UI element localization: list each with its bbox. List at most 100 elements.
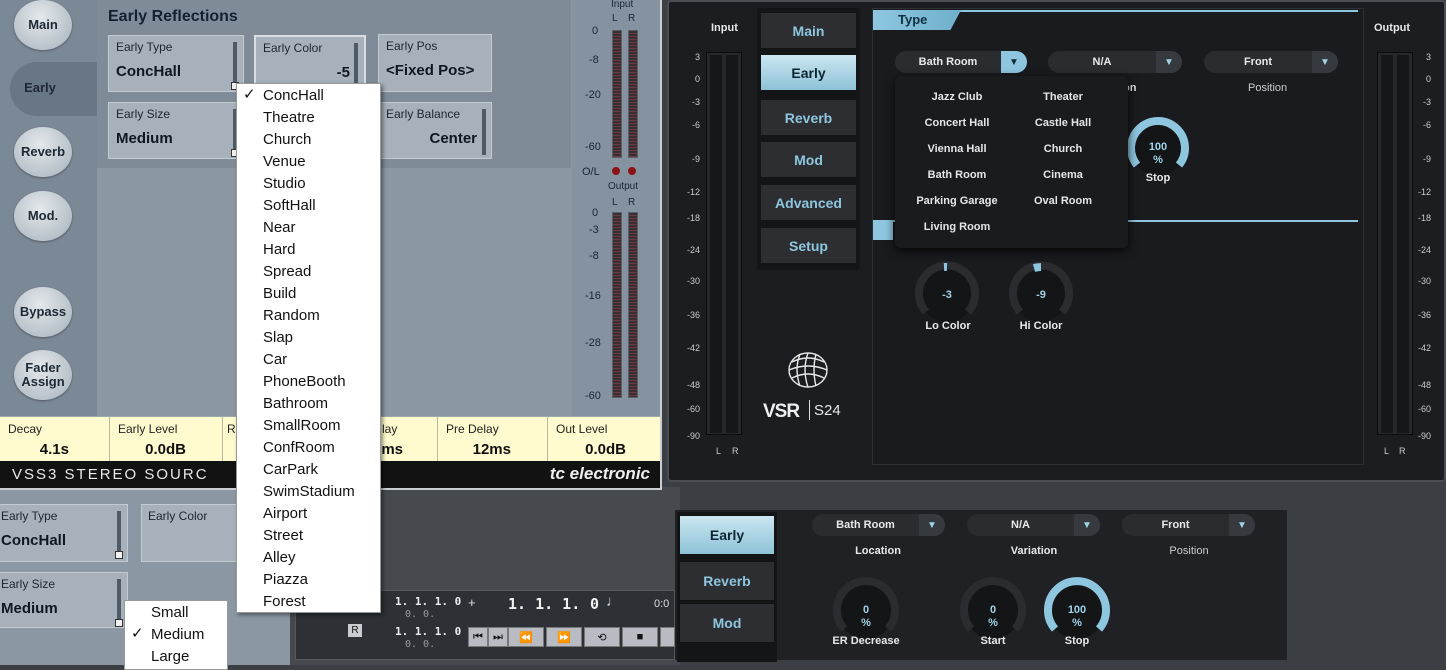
chevron-down-icon[interactable]: ▼: [1229, 514, 1255, 536]
early-type-menu-item[interactable]: Hard: [263, 239, 296, 261]
early-type-menu-item[interactable]: Near: [263, 217, 296, 239]
play-button[interactable]: [660, 627, 675, 647]
early-type-menu-item[interactable]: SmallRoom: [263, 415, 341, 437]
early-type-menu-item[interactable]: Slap: [263, 327, 293, 349]
location-type-option[interactable]: Bath Room: [899, 169, 1015, 181]
early-balance-slider[interactable]: [482, 109, 486, 155]
chevron-down-icon[interactable]: ▼: [919, 514, 945, 536]
chevron-down-icon[interactable]: ▼: [1001, 51, 1027, 73]
input-scale-1: -8: [589, 54, 599, 66]
tab-mod[interactable]: Mod: [760, 141, 857, 178]
lower-early-size-handle[interactable]: [115, 619, 123, 627]
output-scale-3: -16: [585, 290, 601, 302]
position-dropdown[interactable]: Front ▼: [1204, 51, 1338, 73]
stop-label: Stop: [1145, 172, 1171, 184]
hi-color-label: Hi Color: [1019, 320, 1063, 332]
meter-scale-tick: -12: [1417, 187, 1431, 197]
early-balance-param[interactable]: Early Balance Center: [378, 102, 492, 159]
tab-early[interactable]: Early: [760, 54, 857, 91]
mod-page-button[interactable]: Mod.: [14, 191, 72, 241]
location-type-option[interactable]: Vienna Hall: [899, 143, 1015, 155]
early-type-menu-item[interactable]: SoftHall: [263, 195, 316, 217]
record-mode-label[interactable]: R: [348, 624, 362, 637]
lower-tab-early[interactable]: Early: [679, 515, 775, 555]
decay-cell[interactable]: Decay 4.1s: [0, 417, 110, 462]
early-type-menu-item[interactable]: SwimStadium: [263, 481, 355, 503]
early-type-menu-item[interactable]: Studio: [263, 173, 306, 195]
early-pos-param[interactable]: Early Pos <Fixed Pos>: [378, 34, 492, 92]
early-type-value: ConcHall: [116, 63, 182, 80]
early-level-cell[interactable]: Early Level 0.0dB: [110, 417, 223, 462]
location-type-option[interactable]: Theater: [1005, 91, 1121, 103]
lower-tab-reverb[interactable]: Reverb: [679, 561, 775, 601]
lower-location-dropdown[interactable]: Bath Room ▼: [812, 514, 945, 536]
early-page-button[interactable]: Early: [11, 63, 69, 113]
stop-button[interactable]: ■: [622, 627, 658, 647]
note-value-icon[interactable]: ♩: [606, 593, 621, 610]
location-dropdown[interactable]: Bath Room ▼: [895, 51, 1027, 73]
lower-early-type-handle[interactable]: [115, 551, 123, 559]
tab-advanced[interactable]: Advanced: [760, 184, 857, 221]
tab-main[interactable]: Main: [760, 12, 857, 49]
early-type-menu-item[interactable]: ConcHall: [263, 85, 324, 107]
lower-tab-mod[interactable]: Mod: [679, 603, 775, 643]
go-to-end-button[interactable]: ⏭: [488, 627, 508, 647]
bypass-button[interactable]: Bypass: [14, 287, 72, 337]
tab-setup[interactable]: Setup: [760, 227, 857, 264]
pre-delay-cell[interactable]: Pre Delay 12ms: [438, 417, 548, 462]
rewind-button[interactable]: ⏪: [508, 627, 544, 647]
pre-delay-value: 12ms: [472, 441, 511, 458]
lower-variation-dropdown[interactable]: N/A ▼: [967, 514, 1100, 536]
early-type-menu-item[interactable]: Random: [263, 305, 320, 327]
early-type-menu-item[interactable]: Venue: [263, 151, 306, 173]
meter-scale-tick: -36: [686, 310, 700, 320]
output-scale-4: -28: [585, 337, 601, 349]
fast-forward-button[interactable]: ⏩: [546, 627, 582, 647]
location-type-option[interactable]: Castle Hall: [1005, 117, 1121, 129]
location-type-option[interactable]: Jazz Club: [899, 91, 1015, 103]
location-type-option[interactable]: Cinema: [1005, 169, 1121, 181]
early-type-menu-item[interactable]: Theatre: [263, 107, 315, 129]
early-type-menu-item[interactable]: Car: [263, 349, 287, 371]
early-type-menu-item[interactable]: Street: [263, 525, 303, 547]
go-to-start-button[interactable]: ⏮: [468, 627, 488, 647]
chevron-down-icon[interactable]: ▼: [1312, 51, 1338, 73]
location-type-option[interactable]: Concert Hall: [899, 117, 1015, 129]
early-type-menu-item[interactable]: Piazza: [263, 569, 308, 591]
chevron-down-icon[interactable]: ▼: [1074, 514, 1100, 536]
early-type-menu-item[interactable]: Spread: [263, 261, 311, 283]
out-level-cell[interactable]: Out Level 0.0dB: [548, 417, 660, 462]
early-type-menu-item[interactable]: CarPark: [263, 459, 318, 481]
early-size-param[interactable]: Early Size Medium: [108, 102, 244, 159]
early-type-menu-item[interactable]: Build: [263, 283, 296, 305]
location-type-option[interactable]: Oval Room: [1005, 195, 1121, 207]
early-type-menu-item[interactable]: Bathroom: [263, 393, 328, 415]
early-type-menu-item[interactable]: PhoneBooth: [263, 371, 346, 393]
size-menu-item-selected[interactable]: Medium: [151, 624, 204, 646]
early-type-menu-item[interactable]: Airport: [263, 503, 307, 525]
lower-early-type-param[interactable]: Early Type ConcHall: [0, 504, 128, 562]
main-page-button[interactable]: Main: [14, 0, 72, 50]
position-dropdown-value: Front: [1243, 56, 1273, 68]
location-type-option[interactable]: Living Room: [899, 221, 1015, 233]
fader-assign-button[interactable]: Fader Assign: [14, 350, 72, 400]
lower-early-size-param[interactable]: Early Size Medium: [0, 572, 128, 628]
reverb-page-button[interactable]: Reverb: [14, 127, 72, 177]
early-type-menu-item[interactable]: Church: [263, 129, 311, 151]
plus-icon[interactable]: +: [468, 595, 476, 610]
size-menu-item[interactable]: Small: [151, 602, 189, 624]
location-type-option[interactable]: Church: [1005, 143, 1121, 155]
out-level-label: Out Level: [556, 422, 608, 436]
lower-position-dropdown[interactable]: Front ▼: [1122, 514, 1255, 536]
lower-early-color-param[interactable]: Early Color: [141, 504, 237, 562]
chevron-down-icon[interactable]: ▼: [1156, 51, 1182, 73]
variation-dropdown[interactable]: N/A ▼: [1048, 51, 1182, 73]
tab-reverb[interactable]: Reverb: [760, 99, 857, 136]
location-type-option[interactable]: Parking Garage: [899, 195, 1015, 207]
early-type-menu-item[interactable]: Forest: [263, 591, 306, 613]
early-type-menu-item[interactable]: Alley: [263, 547, 296, 569]
early-type-param[interactable]: Early Type ConcHall: [108, 35, 244, 92]
er-decrease-unit: %: [861, 617, 871, 629]
early-type-menu-item[interactable]: ConfRoom: [263, 437, 335, 459]
cycle-button[interactable]: ⟲: [584, 627, 620, 647]
